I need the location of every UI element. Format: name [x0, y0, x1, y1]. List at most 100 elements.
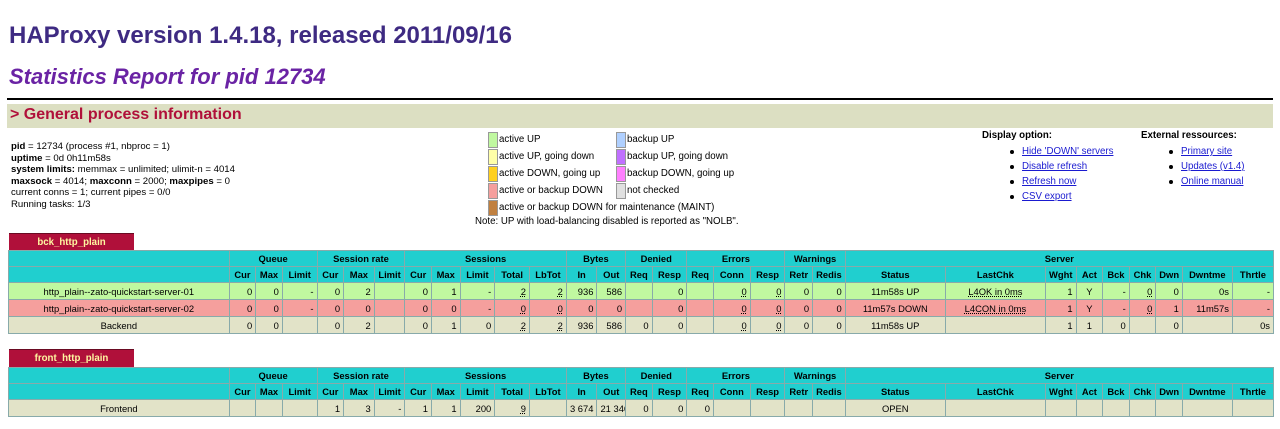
table-cell: 0 — [1102, 316, 1130, 334]
column-header: Max — [255, 266, 283, 283]
column-header: Cur — [404, 383, 432, 400]
column-header: Max — [343, 266, 375, 283]
table-cell: 0 — [812, 282, 846, 300]
page-title: HAProxy version 1.4.18, released 2011/09… — [9, 22, 513, 49]
column-header: Limit — [373, 266, 406, 283]
bullet-icon — [1169, 180, 1173, 184]
option-link[interactable]: CSV export — [1022, 191, 1072, 202]
table-cell: 0 — [651, 282, 688, 300]
column-header: Resp — [651, 383, 688, 400]
section-header: > General process information — [7, 104, 1273, 128]
column-group-header: Denied — [625, 367, 688, 384]
backend-name-tab[interactable]: bck_http_plain — [9, 233, 134, 251]
table-cell: 0 — [651, 316, 688, 334]
table-cell: 0 — [712, 316, 751, 334]
external-resources-heading: External ressources: — [1141, 130, 1237, 141]
column-group-header: Bytes — [565, 250, 627, 267]
table-cell: Y — [1075, 299, 1104, 317]
table-cell: 586 — [596, 282, 627, 300]
row-name[interactable]: http_plain--zato-quickstart-server-01 — [8, 282, 230, 300]
process-info: pid = 12734 (process #1, nbproc = 1) upt… — [11, 141, 235, 211]
column-group-header: Queue — [228, 367, 318, 384]
bullet-icon — [1169, 165, 1173, 169]
table-cell: 0 — [1155, 316, 1183, 334]
table-cell — [944, 399, 1046, 417]
header-blank — [8, 266, 230, 283]
table-cell: 0 — [651, 399, 688, 417]
column-header: Cur — [316, 383, 345, 400]
table-cell: 0 — [686, 399, 714, 417]
maxsock-label: maxsock — [11, 175, 53, 187]
header-blank — [8, 367, 230, 384]
table-cell: 0 — [228, 299, 257, 317]
table-cell: - — [281, 282, 318, 300]
table-cell: 0s — [1231, 316, 1275, 334]
legend-swatch — [488, 149, 498, 165]
row-name[interactable]: Frontend — [8, 399, 230, 417]
column-header: Limit — [281, 266, 318, 283]
column-header: In — [565, 266, 598, 283]
row-name[interactable]: http_plain--zato-quickstart-server-02 — [8, 299, 230, 317]
table-cell: 0 — [712, 299, 751, 317]
legend-label: backup UP — [627, 134, 675, 145]
table-cell — [1231, 399, 1275, 417]
table-cell: 0 — [316, 299, 345, 317]
table-cell: 2 — [529, 282, 567, 300]
display-options-heading: Display option: — [982, 130, 1052, 141]
column-header: LbTot — [529, 266, 567, 283]
table-cell: 0 — [784, 282, 814, 300]
row-name[interactable]: Backend — [8, 316, 230, 334]
table-cell — [1128, 399, 1157, 417]
maxconn-value: = 2000; — [131, 175, 170, 187]
table-cell: 0 — [625, 399, 653, 417]
column-group-header: Warnings — [784, 250, 846, 267]
column-header: In — [565, 383, 598, 400]
maxconn-label: maxconn — [89, 175, 132, 187]
legend-label: active UP — [499, 134, 541, 145]
column-group-header: Denied — [625, 250, 688, 267]
table-cell — [784, 399, 814, 417]
frontend-name-tab[interactable]: front_http_plain — [9, 349, 134, 367]
legend-label: backup UP, going down — [627, 151, 729, 162]
table-cell — [749, 399, 786, 417]
table-cell — [373, 282, 406, 300]
column-header: Limit — [459, 383, 496, 400]
table-row: Frontend13-1120093 67421 346000OPEN — [8, 399, 1275, 417]
table-cell: 1 — [404, 399, 432, 417]
table-cell: 0 — [625, 316, 653, 334]
column-header: Cur — [228, 266, 257, 283]
table-cell: - — [459, 299, 496, 317]
column-header: Retr — [784, 383, 814, 400]
maxpipes-label: maxpipes — [169, 175, 214, 187]
table-cell: 0 — [784, 299, 814, 317]
column-header: Bck — [1102, 383, 1130, 400]
option-link[interactable]: Primary site — [1181, 146, 1232, 157]
column-header: Req — [686, 266, 714, 283]
bullet-icon — [1010, 150, 1014, 154]
table-cell: 11m58s UP — [844, 316, 946, 334]
table-cell: - — [1102, 282, 1130, 300]
option-link[interactable]: Refresh now — [1022, 176, 1076, 187]
table-cell: 0 — [494, 299, 530, 317]
legend-swatch — [616, 149, 626, 165]
option-link[interactable]: Disable refresh — [1022, 161, 1087, 172]
bullet-icon — [1010, 195, 1014, 199]
option-link[interactable]: Online manual — [1181, 176, 1243, 187]
column-header: Resp — [651, 266, 688, 283]
column-header: Cur — [404, 266, 432, 283]
table-cell: 21 346 — [596, 399, 627, 417]
table-cell: 11m57s — [1181, 299, 1233, 317]
option-link[interactable]: Hide 'DOWN' servers — [1022, 146, 1113, 157]
table-cell — [686, 299, 714, 317]
option-link[interactable]: Updates (v1.4) — [1181, 161, 1245, 172]
limits-value: memmax = unlimited; ulimit-n = 4014 — [75, 164, 235, 176]
table-cell: 0 — [1128, 299, 1157, 317]
table-cell: 0 — [404, 316, 432, 334]
table-cell: 1 — [430, 282, 461, 300]
limits-label: system limits: — [11, 164, 75, 176]
table-cell: 0 — [784, 316, 814, 334]
column-header: Thrtle — [1231, 383, 1275, 400]
legend-note: Note: UP with load-balancing disabled is… — [475, 216, 739, 227]
column-group-header: Session rate — [316, 250, 406, 267]
backend-stats-table: Queue Session rate Sessions Bytes Denied Erro… — [8, 250, 1275, 334]
